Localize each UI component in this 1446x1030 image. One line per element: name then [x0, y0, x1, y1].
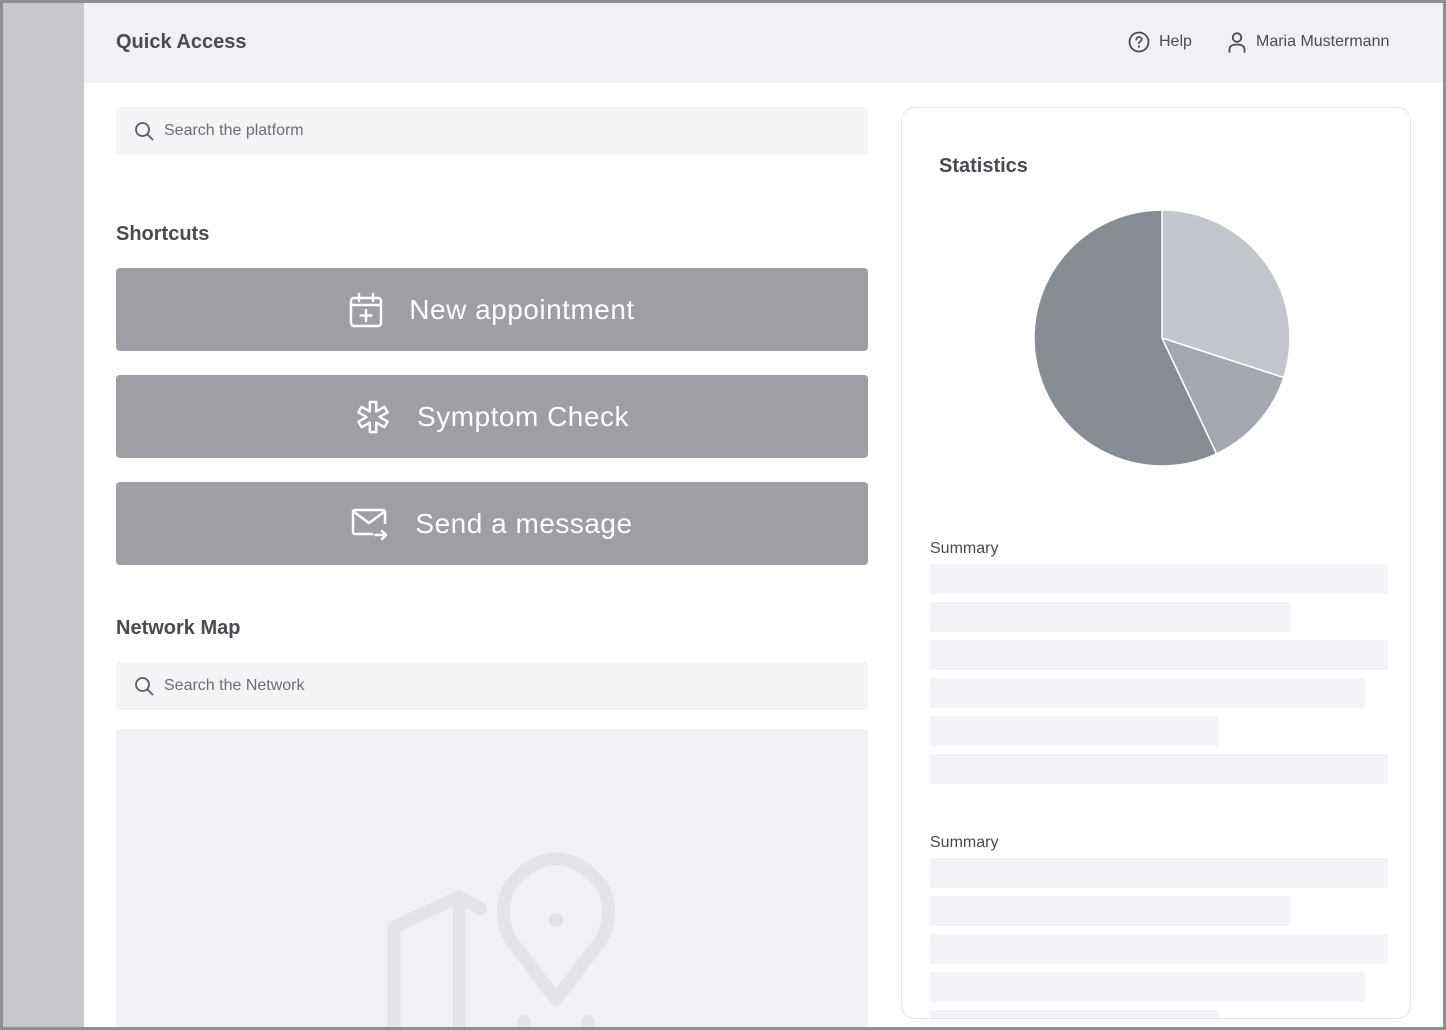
symptom-check-label: Symptom Check [417, 400, 629, 432]
skeleton-line [930, 934, 1388, 964]
skeleton-line [930, 640, 1388, 670]
summary-label: Summary [930, 834, 999, 851]
platform-search[interactable] [116, 107, 868, 155]
network-map-title: Network Map [116, 617, 241, 639]
skeleton-line [930, 896, 1290, 926]
network-map[interactable] [116, 729, 868, 1027]
symptom-check-button[interactable]: Symptom Check [116, 375, 868, 458]
summary-label: Summary [930, 540, 999, 557]
header: Quick Access Help Maria Mustermann [84, 3, 1443, 83]
help-label: Help [1159, 33, 1192, 50]
network-search[interactable] [116, 662, 868, 710]
skeleton-line [930, 678, 1365, 708]
new-appointment-label: New appointment [409, 293, 635, 325]
medical-asterisk-icon [357, 400, 389, 433]
user-menu[interactable]: Maria Mustermann [1227, 31, 1389, 53]
statistics-panel: Statistics Summary Summary [901, 107, 1411, 1019]
network-search-input[interactable] [164, 677, 844, 695]
help-icon [1128, 31, 1150, 53]
statistics-pie-chart [1033, 209, 1291, 467]
skeleton-line [930, 754, 1388, 784]
skeleton-line [930, 564, 1388, 594]
sidebar [3, 3, 84, 1027]
user-name: Maria Mustermann [1256, 33, 1390, 50]
mail-send-icon [352, 508, 388, 540]
search-icon [135, 677, 154, 696]
skeleton-line [930, 858, 1388, 888]
app-frame: Quick Access Help Maria Mustermann Short… [0, 0, 1446, 1030]
skeleton-line [930, 972, 1365, 1002]
map-pin-icon [387, 852, 615, 1027]
search-icon [135, 122, 154, 141]
skeleton-line [930, 716, 1218, 746]
calendar-plus-icon [350, 292, 383, 327]
statistics-title: Statistics [939, 155, 1028, 177]
skeleton-line [930, 602, 1290, 632]
page-title: Quick Access [116, 31, 247, 53]
shortcuts-title: Shortcuts [116, 223, 210, 245]
send-message-label: Send a message [415, 507, 633, 539]
help-link[interactable]: Help [1128, 31, 1192, 53]
new-appointment-button[interactable]: New appointment [116, 268, 868, 351]
send-message-button[interactable]: Send a message [116, 482, 868, 565]
platform-search-input[interactable] [164, 122, 844, 140]
user-icon [1228, 32, 1246, 53]
skeleton-line [930, 1010, 1218, 1018]
